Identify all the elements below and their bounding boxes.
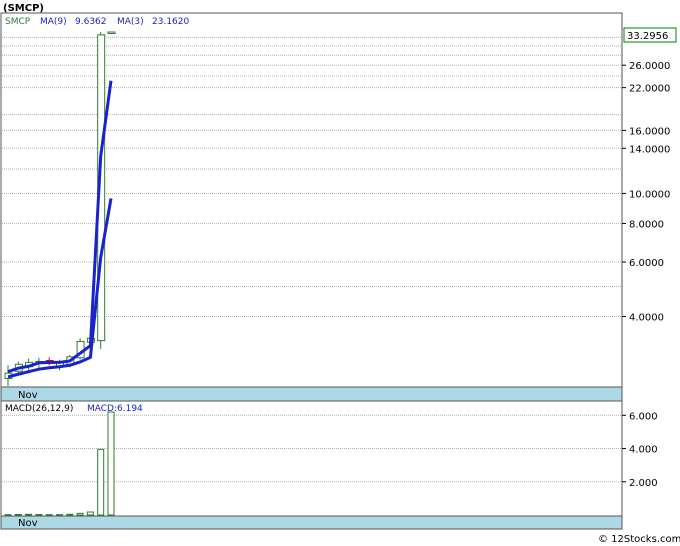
- macd-y-tick-label: 6.000: [629, 411, 658, 422]
- last-price-value: 33.2956: [627, 31, 668, 42]
- price-y-tick-label: 26.0000: [629, 61, 670, 72]
- ma3-label: MA(3): [117, 17, 144, 27]
- chart-title: (SMCP): [3, 3, 44, 14]
- price-y-tick-label: 10.0000: [629, 189, 670, 200]
- macd-bar: [76, 512, 84, 516]
- price-y-tick-label: 8.0000: [629, 219, 664, 230]
- candle-body: [107, 31, 116, 35]
- macd-x-label: Nov: [18, 518, 38, 529]
- macd-bar: [25, 513, 33, 516]
- price-y-tick-label: 16.0000: [629, 126, 670, 137]
- watermark: © 12Stocks.com: [598, 534, 680, 545]
- macd-value-label: MACD:6.194: [87, 404, 143, 414]
- price-x-label: Nov: [18, 390, 38, 401]
- macd-bar: [86, 511, 94, 516]
- macd-bar: [14, 514, 22, 517]
- macd-bar: [35, 514, 43, 517]
- macd-date-band: [0, 515, 623, 530]
- macd-y-tick-label: 4.000: [629, 445, 658, 456]
- macd-y-axis: 6.000 4.000 2.000: [622, 411, 658, 489]
- price-y-tick-label: 22.0000: [629, 84, 670, 95]
- ma9-value: 9.6362: [75, 17, 107, 27]
- price-y-tick-label: 4.0000: [629, 312, 664, 323]
- ma9-label: MA(9): [40, 17, 67, 27]
- price-y-tick-label: 14.0000: [629, 144, 670, 155]
- macd-y-tick-label: 2.000: [629, 478, 658, 489]
- macd-bar: [107, 411, 115, 516]
- price-y-tick-label: 6.0000: [629, 258, 664, 269]
- price-y-axis: 26.0000 22.0000 16.0000 14.0000 10.0000 8.000…: [622, 61, 670, 323]
- stock-chart: Nov 26.0000 22.0000 16.0000 14.0000 10.0000 8…: [0, 3, 680, 545]
- macd-bar: [66, 513, 74, 516]
- macd-panel-frame: [0, 400, 623, 517]
- price-date-band: [0, 386, 623, 402]
- macd-label: MACD(26,12,9): [5, 404, 73, 414]
- ma3-value: 23.1620: [152, 17, 189, 27]
- macd-bar: [97, 448, 105, 516]
- ticker-label: SMCP: [5, 17, 31, 27]
